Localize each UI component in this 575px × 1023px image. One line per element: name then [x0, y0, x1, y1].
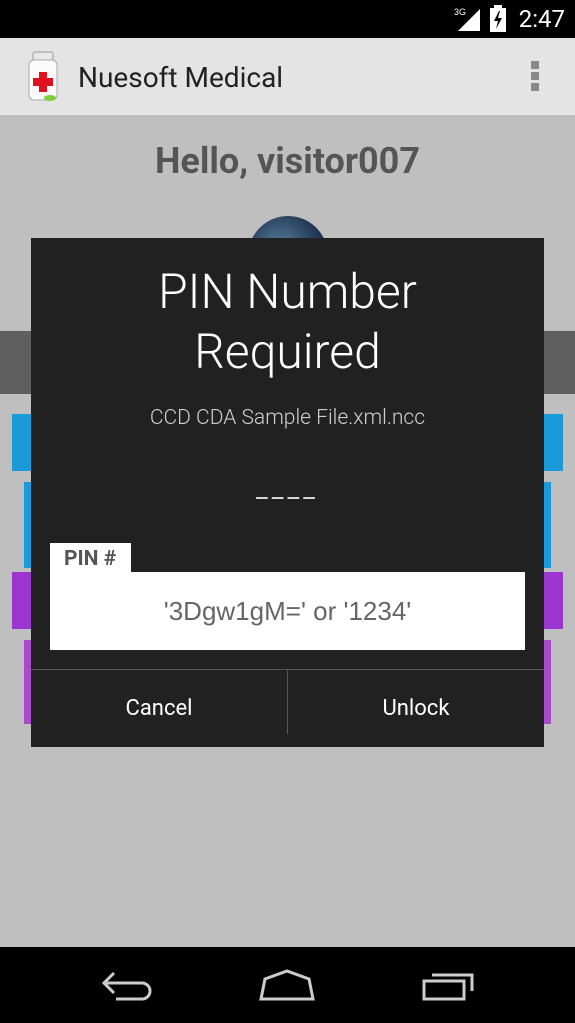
pin-label: PIN #	[50, 543, 131, 575]
pin-input[interactable]	[50, 572, 525, 650]
dialog-title: PIN Number Required	[0, 262, 575, 382]
svg-text:3G: 3G	[454, 7, 466, 17]
recents-icon[interactable]	[416, 965, 480, 1005]
signal-3g-icon: 3G	[454, 7, 480, 31]
back-icon[interactable]	[96, 965, 160, 1005]
cancel-button[interactable]: Cancel	[31, 670, 287, 747]
status-bar: 3G 2:47	[0, 0, 575, 38]
app-title: Nuesoft Medical	[78, 61, 284, 94]
battery-charging-icon	[490, 5, 506, 32]
action-bar: Nuesoft Medical	[0, 38, 575, 117]
pin-mask: ____	[256, 474, 319, 504]
home-icon[interactable]	[255, 965, 319, 1005]
navigation-bar	[0, 947, 575, 1023]
overflow-menu-icon[interactable]	[529, 58, 541, 98]
status-time: 2:47	[518, 5, 565, 33]
screen: 3G 2:47 Nuesoft Medical Hello, visitor00…	[0, 0, 575, 1023]
greeting-text: Hello, visitor007	[155, 140, 420, 182]
dialog-title-line: PIN Number Required	[158, 263, 417, 380]
unlock-button[interactable]: Unlock	[288, 670, 544, 747]
medicine-bottle-icon[interactable]	[24, 50, 62, 104]
file-name: CCD CDA Sample File.xml.ncc	[149, 406, 426, 430]
